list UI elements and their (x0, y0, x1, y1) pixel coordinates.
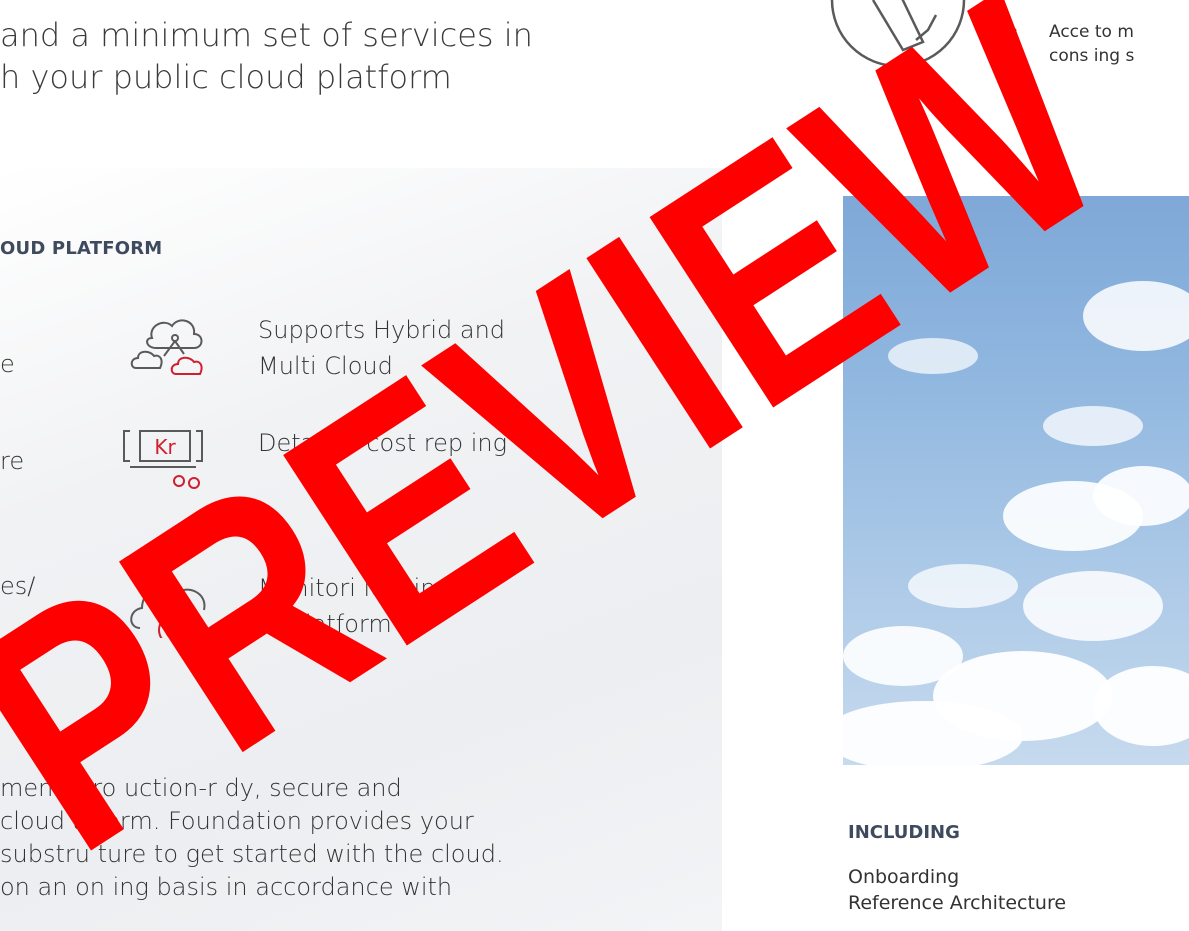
including-title: INCLUDING (848, 822, 960, 843)
left-fragment-1: e (0, 350, 15, 378)
cost-report-icon: Kr (123, 430, 203, 489)
bullet-line-2: cons ing s (1049, 46, 1135, 66)
feature-cost-reporting: Detailed cost rep ing (258, 425, 507, 461)
bullet-dot: • (1009, 22, 1020, 42)
page-headline: and a minimum set of services in h your … (0, 14, 640, 98)
feature-monitoring-line-1: Monitori logging of (258, 574, 481, 602)
feature-cost-line-1: Detailed cost rep ing (258, 429, 507, 457)
sky-cloud-image (843, 196, 1189, 765)
left-fragment-3: es/ (0, 572, 36, 600)
feature-hybrid-cloud: Supports Hybrid and Multi Cloud (258, 312, 505, 384)
left-fragment-2: re (0, 447, 25, 475)
cost-report-icon-text: Kr (154, 435, 176, 459)
headline-line-1: and a minimum set of services in (0, 16, 533, 54)
consulting-circle-icon (830, 0, 966, 68)
feature-monitoring-line-2: the latform (258, 610, 392, 638)
para-line-3: substru ture to get started with the clo… (0, 840, 504, 868)
feature-hybrid-line-1: Supports Hybrid and (258, 316, 506, 344)
para-line-1: men f pro uction-r dy, secure and (0, 774, 402, 802)
including-item-reference-architecture: Reference Architecture (848, 892, 1067, 914)
cloud-monitoring-icon (130, 586, 206, 638)
para-line-2: cloud atform. Foundation provides your (0, 807, 474, 835)
description-paragraph: men f pro uction-r dy, secure and cloud … (0, 772, 504, 904)
para-line-4: on an on ing basis in accordance with (0, 873, 453, 901)
cloud-shapes (843, 281, 1189, 765)
section-title: OUD PLATFORM (0, 238, 163, 259)
bullet-line-1: Acce to m (1049, 22, 1134, 42)
headline-line-2: h your public cloud platform (0, 58, 452, 96)
feature-hybrid-line-2: Multi Cloud (258, 352, 393, 380)
feature-monitoring: Monitori logging of the latform (258, 570, 481, 642)
hybrid-multi-cloud-icon (130, 319, 203, 375)
including-item-onboarding: Onboarding (848, 866, 960, 888)
